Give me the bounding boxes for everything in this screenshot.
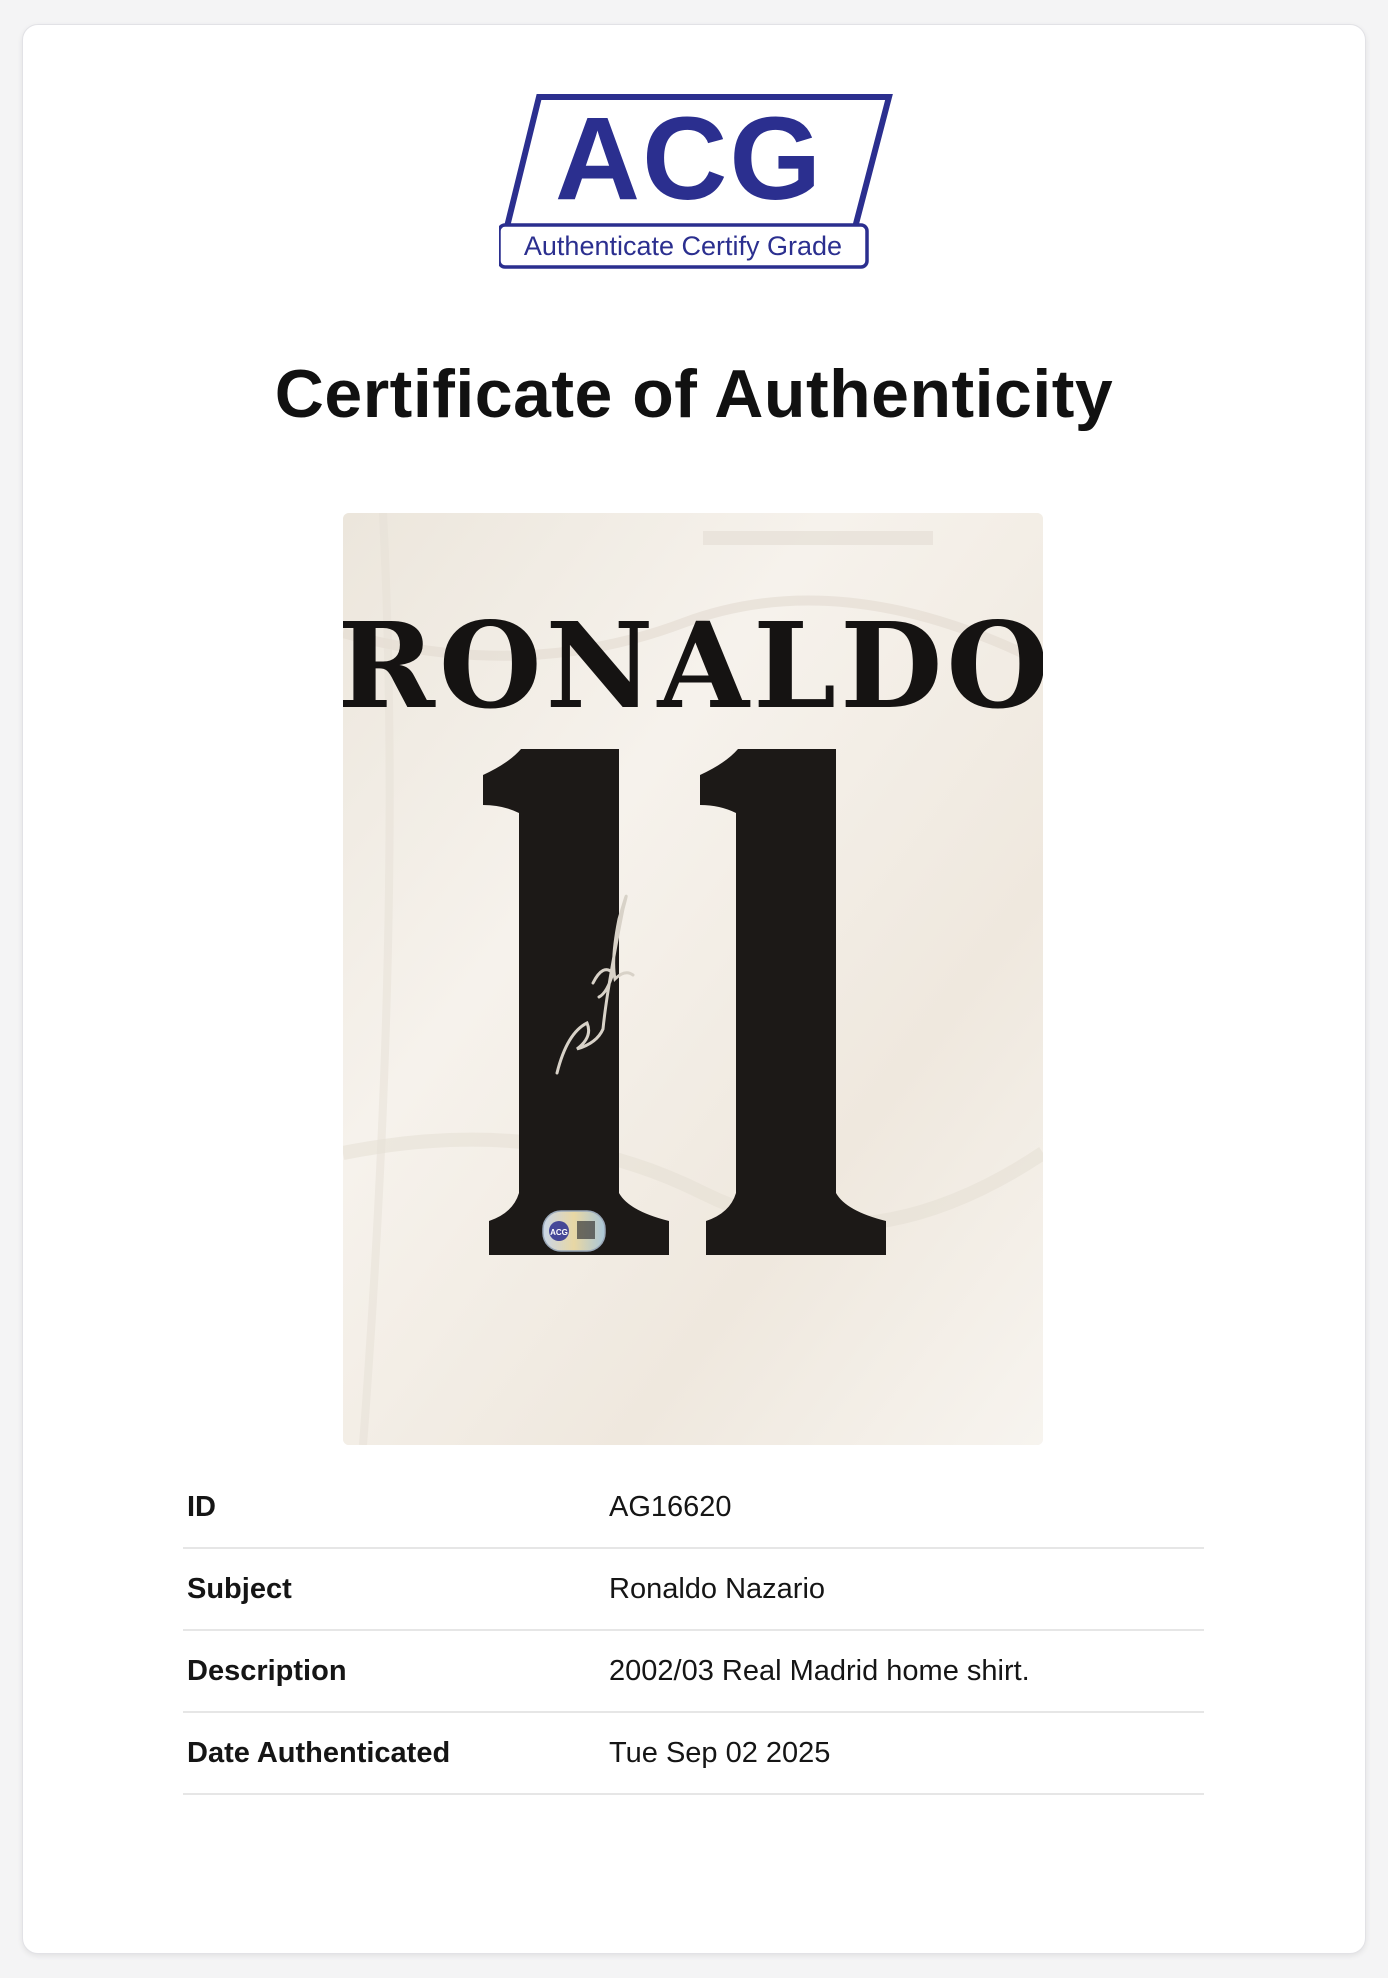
detail-label: ID — [187, 1490, 216, 1523]
logo-wordmark: ACG — [555, 93, 823, 225]
detail-label: Date Authenticated — [187, 1736, 451, 1769]
acg-logo: ACG Authenticate Certify Grade — [497, 71, 894, 273]
item-photo: RONALDO ACG — [343, 513, 1043, 1445]
detail-value: AG16620 — [609, 1490, 732, 1523]
shirt-name-text: RONALDO — [343, 596, 1043, 735]
page-title: Certificate of Authenticity — [274, 356, 1114, 432]
detail-row-subject: Subject Ronaldo Nazario — [183, 1549, 1204, 1631]
detail-row-id: ID AG16620 — [183, 1467, 1204, 1549]
detail-row-date: Date Authenticated Tue Sep 02 2025 — [183, 1713, 1204, 1795]
detail-value: 2002/03 Real Madrid home shirt. — [609, 1654, 1030, 1687]
detail-value: Ronaldo Nazario — [609, 1572, 826, 1605]
detail-label: Description — [187, 1654, 347, 1687]
sticker-text: ACG — [550, 1228, 568, 1237]
details-table: ID AG16620 Subject Ronaldo Nazario Descr… — [183, 1467, 1204, 1795]
detail-value: Tue Sep 02 2025 — [609, 1736, 831, 1769]
certificate-card: ACG Authenticate Certify Grade Certifica… — [22, 24, 1366, 1954]
detail-label: Subject — [187, 1572, 292, 1605]
logo-tagline: Authenticate Certify Grade — [524, 231, 842, 261]
detail-row-description: Description 2002/03 Real Madrid home shi… — [183, 1631, 1204, 1713]
